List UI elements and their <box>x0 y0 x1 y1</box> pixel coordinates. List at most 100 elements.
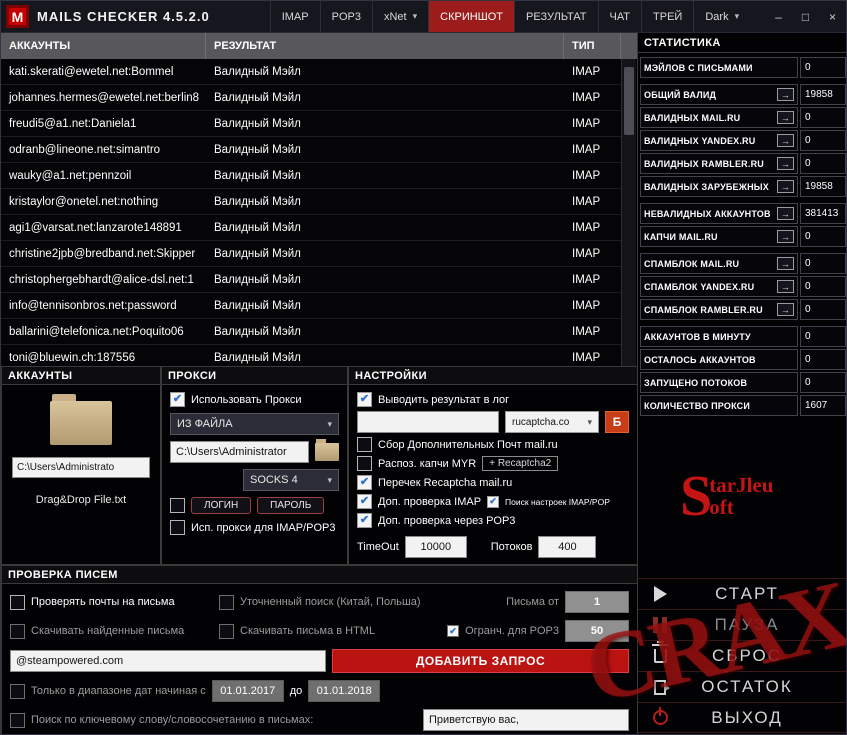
proxy-login-button[interactable]: ЛОГИН <box>191 497 251 514</box>
recheck-recaptcha-checkbox[interactable] <box>357 475 372 490</box>
folder-icon[interactable] <box>50 401 112 445</box>
table-row[interactable]: info@tennisonbros.net:passwordВалидный М… <box>1 293 621 319</box>
menu-bar: IMAP POP3 xNet▾ СКРИНШОТ РЕЗУЛЬТАТ ЧАТ Т… <box>270 1 750 32</box>
menu-result[interactable]: РЕЗУЛЬТАТ <box>514 1 597 32</box>
use-proxy-checkbox[interactable] <box>170 392 185 407</box>
column-header-type[interactable]: ТИП <box>564 33 621 59</box>
table-row[interactable]: kati.skerati@ewetel.net:BommelВалидный М… <box>1 59 621 85</box>
table-row[interactable]: johannes.hermes@ewetel.net:berlin8Валидн… <box>1 85 621 111</box>
refined-search-checkbox[interactable] <box>219 595 234 610</box>
menu-screenshot[interactable]: СКРИНШОТ <box>428 1 514 32</box>
captcha-service-select[interactable]: rucaptcha.co ▾ <box>505 411 599 433</box>
export-icon[interactable]: → <box>777 111 794 124</box>
pause-button[interactable]: ПАУЗА <box>638 609 847 640</box>
table-row[interactable]: agi1@varsat.net:lanzarote148891Валидный … <box>1 215 621 241</box>
start-button[interactable]: СТАРТ <box>638 578 847 609</box>
reset-button[interactable]: СБРОС <box>638 640 847 671</box>
download-html-checkbox[interactable] <box>219 624 234 639</box>
captcha-key-input[interactable] <box>357 411 499 433</box>
exit-button[interactable]: ВЫХОД <box>638 702 847 733</box>
stat-row: СПАМБЛОК MAIL.RU→ 0 <box>640 253 846 274</box>
maximize-button[interactable]: □ <box>792 1 819 32</box>
letters-from-input[interactable] <box>565 591 629 613</box>
type-cell: IMAP <box>564 293 621 318</box>
collect-extra-mail-checkbox[interactable] <box>357 437 372 452</box>
export-icon[interactable]: → <box>777 88 794 101</box>
column-header-accounts[interactable]: АККАУНТЫ <box>1 33 206 59</box>
keyword-input[interactable] <box>423 709 629 731</box>
scrollbar-thumb[interactable] <box>624 67 634 135</box>
stat-label: ВАЛИДНЫХ MAIL.RU <box>644 113 740 123</box>
date-from-input[interactable] <box>212 680 284 702</box>
table-row[interactable]: christine2jpb@bredband.net:SkipperВалидн… <box>1 241 621 267</box>
stat-value: 0 <box>800 349 846 370</box>
threads-input[interactable] <box>538 536 596 558</box>
proxy-type-select[interactable]: SOCKS 4 ▾ <box>243 469 339 491</box>
download-letters-label: Скачивать найденные письма <box>31 625 213 637</box>
proxy-source-select[interactable]: ИЗ ФАЙЛА ▾ <box>170 413 339 435</box>
add-query-button[interactable]: ДОБАВИТЬ ЗАПРОС <box>332 649 629 673</box>
column-header-result[interactable]: РЕЗУЛЬТАТ <box>206 33 564 59</box>
stat-label: ВАЛИДНЫХ YANDEX.RU <box>644 136 755 146</box>
stat-label: ОСТАЛОСЬ АККАУНТОВ <box>644 355 756 365</box>
export-icon[interactable]: → <box>777 134 794 147</box>
menu-imap[interactable]: IMAP <box>270 1 320 32</box>
balance-button[interactable]: Б <box>605 411 629 433</box>
date-to-input[interactable] <box>308 680 380 702</box>
proxy-password-button[interactable]: ПАРОЛЬ <box>257 497 324 514</box>
export-icon[interactable]: → <box>777 257 794 270</box>
imap-settings-search-checkbox[interactable] <box>487 496 499 508</box>
stat-value: 0 <box>800 57 846 78</box>
menu-xnet[interactable]: xNet▾ <box>372 1 428 32</box>
chevron-down-icon: ▾ <box>413 11 418 22</box>
table-row[interactable]: wauky@a1.net:pennzoilВалидный МэйлIMAP <box>1 163 621 189</box>
menu-chat[interactable]: ЧАТ <box>598 1 642 32</box>
export-icon[interactable]: → <box>777 180 794 193</box>
keyword-search-checkbox[interactable] <box>10 713 25 728</box>
remainder-button[interactable]: ОСТАТОК <box>638 671 847 702</box>
stat-row: ВАЛИДНЫХ YANDEX.RU→ 0 <box>640 130 846 151</box>
table-scrollbar[interactable] <box>621 59 636 366</box>
result-cell: Валидный Мэйл <box>206 137 564 162</box>
export-icon[interactable]: → <box>777 157 794 170</box>
timeout-input[interactable] <box>405 536 467 558</box>
check-mail-letters-checkbox[interactable] <box>10 595 25 610</box>
export-icon[interactable]: → <box>777 207 794 220</box>
stat-label: ОБЩИЙ ВАЛИД <box>644 90 716 100</box>
close-button[interactable]: × <box>819 1 846 32</box>
theme-selector[interactable]: Dark▾ <box>693 1 750 32</box>
pop3-check-checkbox[interactable] <box>357 513 372 528</box>
captcha-myr-checkbox[interactable] <box>357 456 372 471</box>
proxy-for-imap-checkbox[interactable] <box>170 520 185 535</box>
menu-pop3[interactable]: POP3 <box>320 1 372 32</box>
menu-tray[interactable]: ТРЕЙ <box>641 1 693 32</box>
table-row[interactable]: freudi5@a1.net:Daniela1Валидный МэйлIMAP <box>1 111 621 137</box>
stat-value: 0 <box>800 107 846 128</box>
pop3-limit-input[interactable] <box>565 620 629 642</box>
table-row[interactable]: odranb@lineone.net:simantroВалидный Мэйл… <box>1 137 621 163</box>
imap-check-checkbox[interactable] <box>357 494 372 509</box>
stat-value: 0 <box>800 276 846 297</box>
proxy-auth-checkbox[interactable] <box>170 498 185 513</box>
table-row[interactable]: toni@bluewin.ch:187556Валидный МэйлIMAP <box>1 345 621 366</box>
table-row[interactable]: ballarini@telefonica.net:Poquito06Валидн… <box>1 319 621 345</box>
stat-label: ВАЛИДНЫХ ЗАРУБЕЖНЫХ <box>644 182 769 192</box>
account-cell: wauky@a1.net:pennzoil <box>1 163 206 188</box>
proxy-file-path-input[interactable] <box>170 441 309 463</box>
download-letters-checkbox[interactable] <box>10 624 25 639</box>
search-query-input[interactable] <box>10 650 326 672</box>
export-icon[interactable]: → <box>777 303 794 316</box>
table-row[interactable]: christophergebhardt@alice-dsl.net:1Валид… <box>1 267 621 293</box>
recaptcha2-tag[interactable]: + Recaptcha2 <box>482 456 558 471</box>
minimize-button[interactable]: – <box>765 1 792 32</box>
accounts-file-path-button[interactable]: C:\Users\Administrato <box>12 457 150 478</box>
date-range-checkbox[interactable] <box>10 684 25 699</box>
log-output-checkbox[interactable] <box>357 392 372 407</box>
app-window: M MAILS CHECKER 4.5.2.0 IMAP POP3 xNet▾ … <box>0 0 847 735</box>
export-icon[interactable]: → <box>777 230 794 243</box>
browse-folder-icon[interactable] <box>315 443 339 461</box>
export-icon[interactable]: → <box>777 280 794 293</box>
result-cell: Валидный Мэйл <box>206 163 564 188</box>
pop3-limit-checkbox[interactable] <box>447 625 459 637</box>
table-row[interactable]: kristaylor@onetel.net:nothingВалидный Мэ… <box>1 189 621 215</box>
